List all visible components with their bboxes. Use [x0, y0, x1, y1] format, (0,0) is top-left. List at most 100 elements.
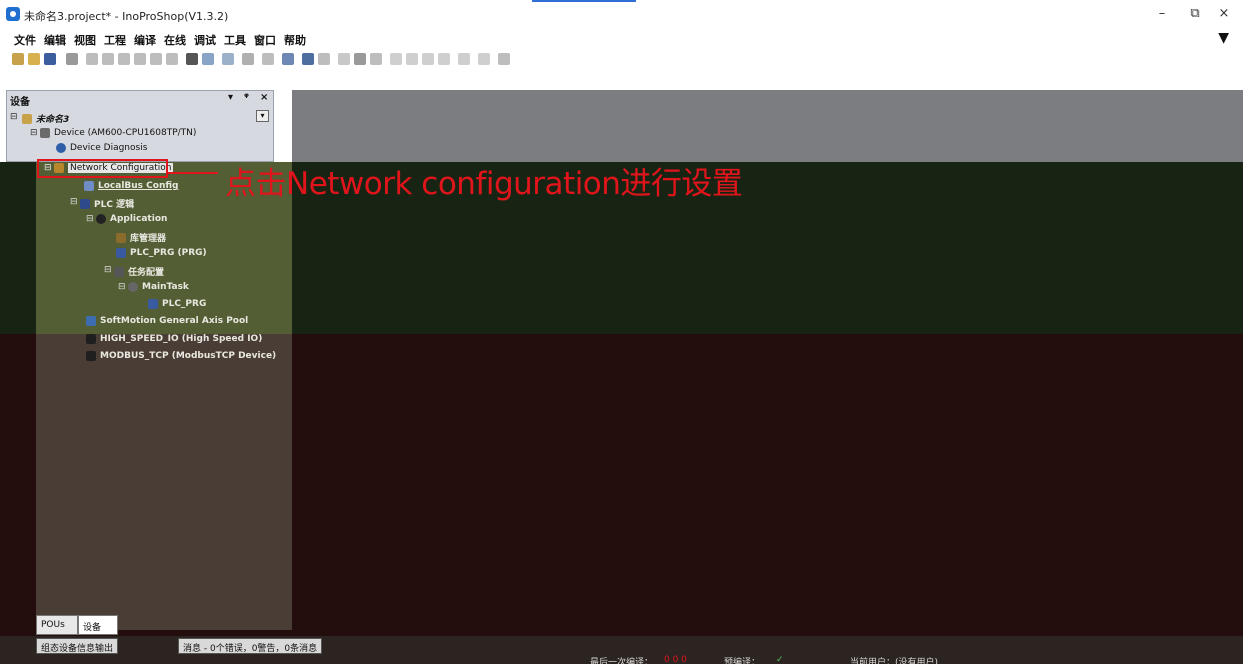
reset-icon[interactable] — [370, 53, 382, 65]
expander-device[interactable]: ⊟ — [30, 128, 38, 138]
filter-icon[interactable]: ▼ — [1218, 30, 1229, 46]
title-bar: 未命名3.project* - InoProShop(V1.3.2) – ⧉ × — [0, 0, 1243, 30]
menu-help[interactable]: 帮助 — [284, 32, 306, 48]
build-icon[interactable] — [282, 53, 294, 65]
menu-edit[interactable]: 编辑 — [44, 32, 66, 48]
monitor-icon[interactable] — [498, 53, 510, 65]
tree-node-project[interactable]: 未命名3 — [22, 112, 69, 125]
menu-view[interactable]: 视图 — [74, 32, 96, 48]
task-icon — [128, 282, 138, 292]
write-values-icon[interactable] — [458, 53, 470, 65]
annotation-pointer — [168, 172, 218, 174]
tree-node-high-speed-io[interactable]: HIGH_SPEED_IO (High Speed IO) — [86, 334, 262, 345]
program-call-icon — [148, 299, 158, 309]
minimize-button[interactable]: – — [1150, 6, 1174, 24]
menu-project[interactable]: 工程 — [104, 32, 126, 48]
panel-close-button[interactable]: × — [260, 92, 268, 103]
library-icon — [116, 232, 126, 243]
annotation-text: 点击Network configuration进行设置 — [225, 166, 743, 202]
tree-node-localbus[interactable]: LocalBus Config — [84, 181, 178, 192]
breakpoint-icon[interactable] — [438, 53, 450, 65]
find-icon[interactable] — [186, 53, 198, 65]
menu-debug[interactable]: 调试 — [194, 32, 216, 48]
copy-icon[interactable] — [134, 53, 146, 65]
open-project-icon[interactable] — [28, 53, 40, 65]
build-counts: 0 0 0 — [664, 655, 687, 664]
editor-area — [292, 90, 1243, 162]
expander-task-config[interactable]: ⊟ — [104, 265, 112, 275]
project-icon — [22, 113, 32, 124]
tab-messages[interactable]: 消息 - 0个错误，0警告，0条消息 — [178, 638, 323, 654]
tree-node-plc-prg[interactable]: PLC_PRG (PRG) — [116, 248, 207, 259]
window-title: 未命名3.project* - InoProShop(V1.3.2) — [24, 10, 229, 23]
menu-online[interactable]: 在线 — [164, 32, 186, 48]
step-out-icon[interactable] — [422, 53, 434, 65]
step-over-icon[interactable] — [390, 53, 402, 65]
tree-node-plc-logic[interactable]: PLC 逻辑 — [80, 197, 134, 210]
replace-icon[interactable] — [202, 53, 214, 65]
pin-icon[interactable]: ᵠ — [244, 92, 249, 103]
cut-icon[interactable] — [118, 53, 130, 65]
axis-pool-icon — [86, 316, 96, 326]
save-icon[interactable] — [44, 53, 56, 65]
menu-file[interactable]: 文件 — [14, 32, 36, 48]
print-icon[interactable] — [66, 53, 78, 65]
tree-node-device-diagnosis[interactable]: Device Diagnosis — [56, 143, 147, 154]
diagnosis-icon — [56, 143, 66, 153]
tree-node-softmotion[interactable]: SoftMotion General Axis Pool — [86, 316, 248, 327]
tab-devices-label: 设备 — [83, 623, 102, 633]
maximize-button[interactable]: ⧉ — [1183, 6, 1207, 24]
menu-build[interactable]: 编译 — [134, 32, 156, 48]
taskbar-accent — [532, 0, 636, 2]
status-bar: 组态设备信息输出 消息 - 0个错误，0警告，0条消息 最后一次编译： 0 0 … — [0, 636, 1243, 664]
redo-icon[interactable] — [102, 53, 114, 65]
tree-node-modbus-tcp[interactable]: MODBUS_TCP (ModbusTCP Device) — [86, 351, 276, 362]
delete-icon[interactable] — [166, 53, 178, 65]
paste-icon[interactable] — [150, 53, 162, 65]
expander-plc-logic[interactable]: ⊟ — [70, 197, 78, 207]
tree-node-main-task[interactable]: MainTask — [128, 282, 189, 293]
device-icon — [40, 128, 50, 138]
stop-icon[interactable] — [354, 53, 366, 65]
undo-icon[interactable] — [86, 53, 98, 65]
menu-bar: 文件 编辑 视图 工程 编译 在线 调试 工具 窗口 帮助 ▼ — [0, 30, 1243, 48]
expander-main-task[interactable]: ⊟ — [118, 282, 126, 292]
tree-area-lower — [36, 334, 292, 630]
force-values-icon[interactable] — [478, 53, 490, 65]
plc-logic-icon — [80, 198, 90, 209]
precompile-check-icon: ✓ — [776, 655, 784, 664]
panel-menu-button[interactable]: ▾ — [228, 92, 233, 103]
app-icon — [6, 7, 20, 21]
tree-node-plc-prg-call[interactable]: PLC_PRG — [148, 299, 206, 310]
step-into-icon[interactable] — [406, 53, 418, 65]
localbus-icon — [84, 181, 94, 191]
device-output-label: 组态设备信息输出 — [41, 644, 114, 654]
new-project-icon[interactable] — [12, 53, 24, 65]
run-icon[interactable] — [338, 53, 350, 65]
precompile-label: 预编译： — [724, 658, 761, 664]
add-object-icon[interactable] — [242, 53, 254, 65]
task-config-icon — [114, 266, 124, 277]
tab-pous-label: POUs — [41, 620, 65, 630]
tab-devices[interactable]: 设备 — [78, 615, 118, 635]
tree-node-application[interactable]: Application — [96, 214, 167, 225]
tab-device-output[interactable]: 组态设备信息输出 — [36, 638, 119, 654]
login-icon[interactable] — [302, 53, 314, 65]
close-button[interactable]: × — [1212, 6, 1236, 24]
pou-icon — [116, 248, 126, 258]
tree-node-library-manager[interactable]: 库管理器 — [116, 231, 166, 244]
tree-node-task-config[interactable]: 任务配置 — [114, 265, 164, 278]
tab-pous[interactable]: POUs — [36, 615, 78, 635]
bookmark-icon[interactable] — [222, 53, 234, 65]
tree-dropdown-button[interactable]: ▾ — [256, 110, 269, 122]
expander-application[interactable]: ⊟ — [86, 214, 94, 224]
application-icon — [96, 214, 106, 224]
insert-icon[interactable] — [262, 53, 274, 65]
logout-icon[interactable] — [318, 53, 330, 65]
expander-root[interactable]: ⊟ — [10, 112, 18, 122]
last-build-label: 最后一次编译： — [590, 658, 654, 664]
menu-tools[interactable]: 工具 — [224, 32, 246, 48]
tree-node-device[interactable]: Device (AM600-CPU1608TP/TN) — [40, 128, 196, 139]
menu-window[interactable]: 窗口 — [254, 32, 276, 48]
current-user: 当前用户：(没有用户) — [850, 658, 939, 664]
